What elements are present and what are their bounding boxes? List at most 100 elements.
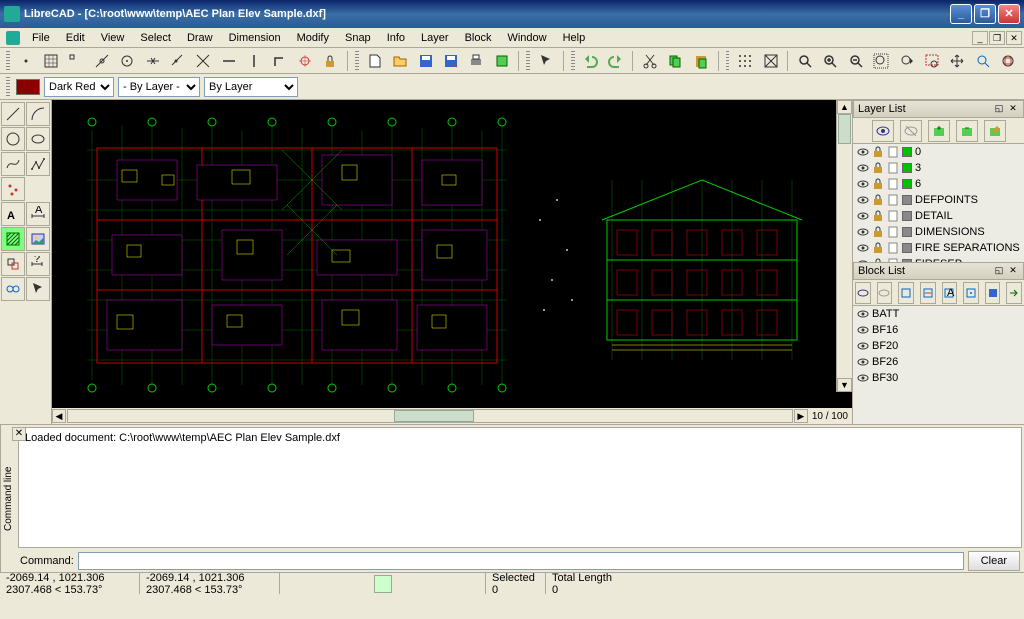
layer-item[interactable]: 6 [853,176,1024,192]
menu-select[interactable]: Select [132,30,179,46]
block-item[interactable]: BATT [853,306,1024,322]
grip[interactable] [6,51,10,71]
lock-icon[interactable] [872,226,884,238]
eye-icon[interactable] [857,210,869,222]
zoom-fit-icon[interactable] [996,50,1019,72]
layer-item[interactable]: DETAIL [853,208,1024,224]
relzero-icon[interactable] [293,50,316,72]
modify-tool-icon[interactable] [1,252,25,276]
eye-icon[interactable] [857,242,869,254]
layer-edit-icon[interactable] [984,120,1006,142]
layer-item[interactable]: FIRE SEPARATIONS [853,240,1024,256]
eye-icon[interactable] [857,178,869,190]
block-insert-icon[interactable] [1006,282,1022,304]
scroll-thumb-h[interactable] [394,410,474,422]
layer-item[interactable]: DEFPOINTS [853,192,1024,208]
panel-close-icon[interactable]: ✕ [1007,103,1019,115]
lock-icon[interactable] [872,242,884,254]
block-show-icon[interactable] [855,282,871,304]
menu-help[interactable]: Help [555,30,594,46]
select-tool-icon[interactable] [26,277,50,301]
scroll-thumb[interactable] [838,114,851,144]
lock-icon[interactable] [872,210,884,222]
redo-icon[interactable] [604,50,627,72]
menu-view[interactable]: View [93,30,133,46]
info-tool-icon[interactable]: ? [26,252,50,276]
open-icon[interactable] [388,50,411,72]
linetype-select[interactable]: By Layer [204,77,298,97]
snap-mid-icon[interactable] [141,50,164,72]
ellipse-tool-icon[interactable] [26,127,50,151]
zoom-window-icon[interactable] [920,50,943,72]
layer-show-all-icon[interactable] [872,120,894,142]
grip[interactable] [526,51,530,71]
layer-item[interactable]: DIMENSIONS [853,224,1024,240]
lock-relzero-icon[interactable] [319,50,342,72]
eye-icon[interactable] [857,340,869,352]
command-close-icon[interactable]: ✕ [12,427,26,441]
menu-block[interactable]: Block [457,30,500,46]
panel-undock-icon[interactable]: ◱ [993,265,1005,277]
snap-grid-icon[interactable] [39,50,62,72]
block-item[interactable]: BF20 [853,338,1024,354]
print-preview-icon[interactable] [490,50,513,72]
polyline-tool-icon[interactable] [26,152,50,176]
eye-icon[interactable] [857,308,869,320]
layer-remove-icon[interactable] [956,120,978,142]
zoom-prev-icon[interactable] [895,50,918,72]
close-button[interactable]: ✕ [998,4,1020,24]
block-add-icon[interactable] [898,282,914,304]
snap-end-icon[interactable] [65,50,88,72]
spline-tool-icon[interactable] [1,152,25,176]
layer-item[interactable]: 3 [853,160,1024,176]
zoom-select-icon[interactable] [971,50,994,72]
menu-modify[interactable]: Modify [289,30,337,46]
zoom-out-icon[interactable] [844,50,867,72]
menu-file[interactable]: File [24,30,58,46]
menu-dimension[interactable]: Dimension [221,30,289,46]
block-save-icon[interactable] [985,282,1001,304]
save-as-icon[interactable] [439,50,462,72]
snap-center-icon[interactable] [116,50,139,72]
paste-icon[interactable] [689,50,712,72]
cut-icon[interactable] [638,50,661,72]
command-input[interactable] [78,552,964,570]
arc-tool-icon[interactable] [26,102,50,126]
eye-icon[interactable] [857,324,869,336]
linewidth-select[interactable]: - By Layer - [118,77,200,97]
grip[interactable] [726,51,730,71]
menu-info[interactable]: Info [379,30,413,46]
image-tool-icon[interactable] [26,227,50,251]
layer-list[interactable]: 036DEFPOINTSDETAILDIMENSIONSFIRE SEPARAT… [853,144,1024,262]
mdi-maximize[interactable]: ❐ [989,31,1005,45]
lock-icon[interactable] [872,146,884,158]
draft-icon[interactable] [759,50,782,72]
drawing-canvas[interactable]: ▲ ▼ [52,100,852,408]
restrict-v-icon[interactable] [243,50,266,72]
color-swatch[interactable] [16,79,40,95]
scroll-right-icon[interactable]: ▶ [794,409,808,423]
cursor-icon[interactable] [534,50,557,72]
eye-icon[interactable] [857,226,869,238]
block-attr-icon[interactable]: A [942,282,958,304]
copy-icon[interactable] [664,50,687,72]
restrict-ortho-icon[interactable] [268,50,291,72]
snap-dist-icon[interactable] [166,50,189,72]
line-tool-icon[interactable] [1,102,25,126]
lock-icon[interactable] [872,178,884,190]
scroll-down-icon[interactable]: ▼ [837,378,852,392]
minimize-button[interactable]: _ [950,4,972,24]
snap-free-icon[interactable] [14,50,37,72]
clear-button[interactable]: Clear [968,551,1020,571]
block-item[interactable]: BF30 [853,370,1024,386]
scroll-up-icon[interactable]: ▲ [837,100,852,114]
point-tool-icon[interactable] [1,177,25,201]
zoom-in-icon[interactable] [819,50,842,72]
scrollbar-horizontal[interactable]: ◀ ▶ 10 / 100 [52,408,852,424]
block-edit-icon[interactable] [963,282,979,304]
block-list[interactable]: BATTBF16BF20BF26BF30 [853,306,1024,424]
dim-tool-icon[interactable]: A [26,202,50,226]
panel-close-icon[interactable]: ✕ [1007,265,1019,277]
eye-icon[interactable] [857,356,869,368]
maximize-button[interactable]: ❐ [974,4,996,24]
